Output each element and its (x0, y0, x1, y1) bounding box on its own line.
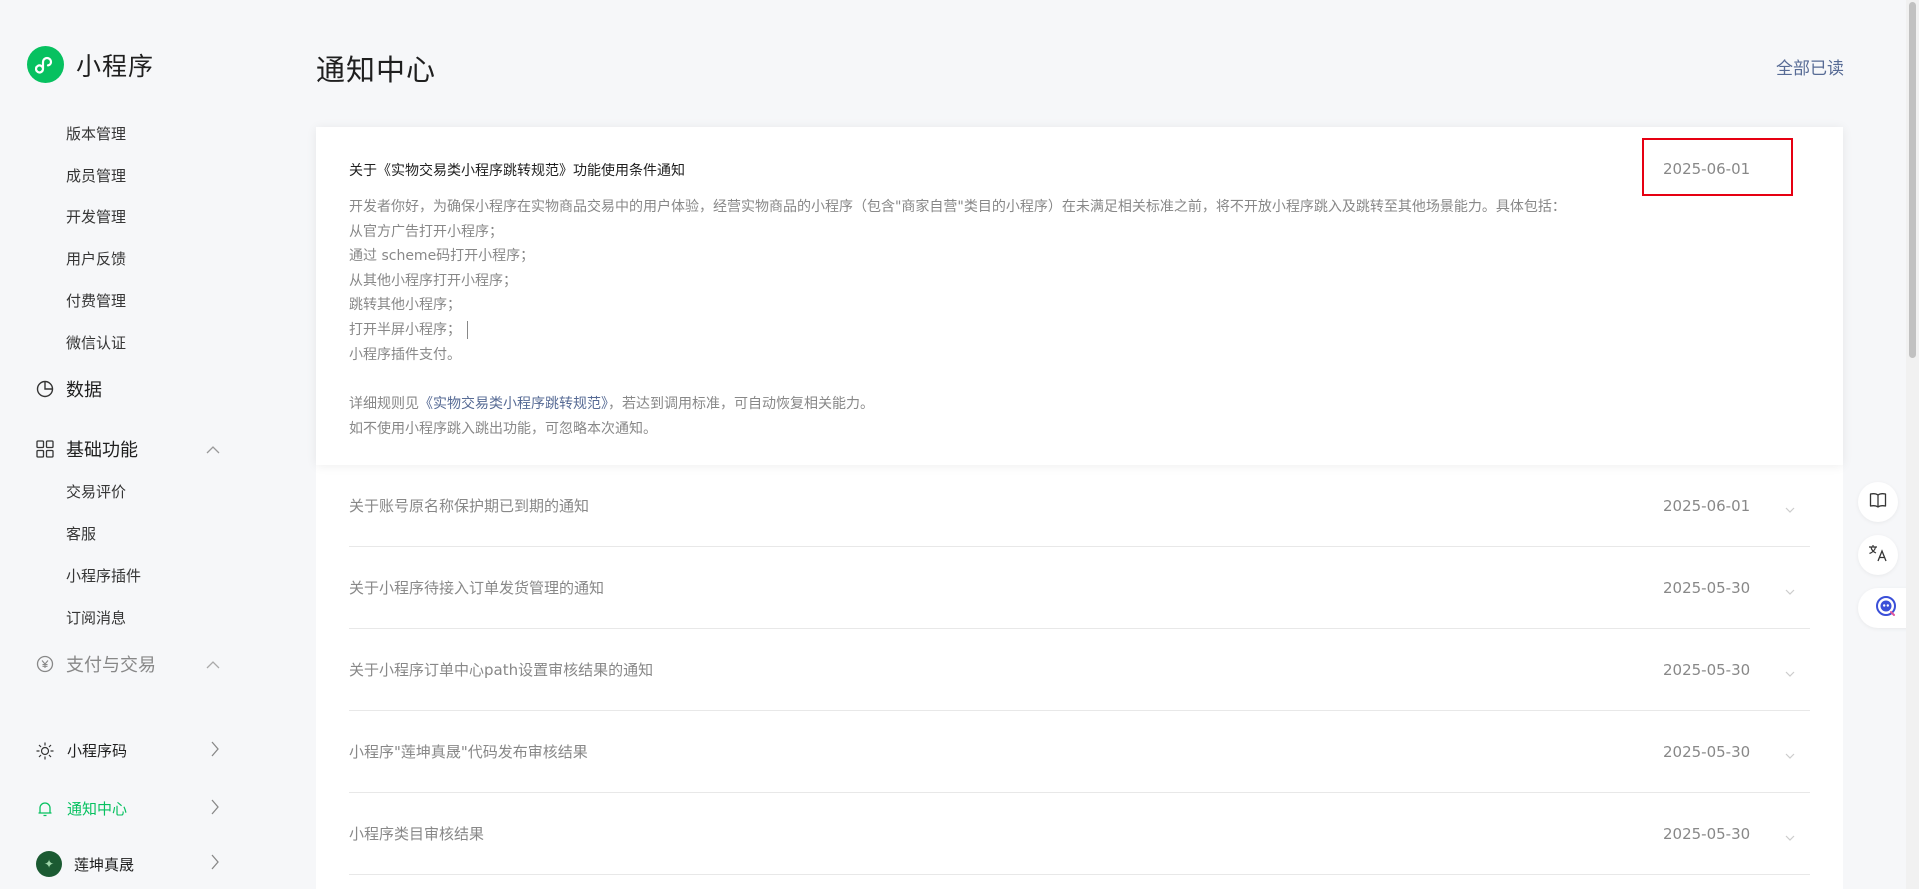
chevron-down-icon (1785, 744, 1795, 763)
notification-date: 2025-06-01 (1663, 160, 1751, 178)
assistant-bot-icon (1875, 595, 1897, 621)
yuan-coin-icon (36, 655, 54, 673)
notification-row-title: 小程序"莲坤真晟"代码发布审核结果 (349, 743, 588, 761)
detail-suffix: ，若达到调用标准，可自动恢复相关能力。 (608, 396, 874, 413)
sidebar-item-wechat-auth[interactable]: 微信认证 (66, 333, 126, 353)
detail-prefix: 详细规则见 (349, 396, 419, 413)
notification-item: 跳转其他小程序； (349, 297, 461, 314)
translate-button[interactable] (1858, 535, 1898, 575)
sidebar-item-label: 小程序码 (67, 742, 128, 760)
notification-title: 关于《实物交易类小程序跳转规范》功能使用条件通知 (349, 163, 685, 179)
sidebar: 小程序 版本管理 成员管理 开发管理 用户反馈 付费管理 微信认证 数据 基础功… (0, 0, 300, 889)
sidebar-item-notifications[interactable]: 通知中心 (36, 798, 220, 819)
sun-qrcode-icon (36, 742, 54, 760)
book-icon (1869, 492, 1887, 512)
notification-row-date: 2025-06-01 (1663, 497, 1751, 515)
sidebar-item-version[interactable]: 版本管理 (66, 124, 126, 144)
notification-row[interactable]: 小程序"莲坤真晟"代码发布审核结果 2025-05-30 (349, 711, 1810, 793)
chevron-right-icon (210, 854, 220, 874)
notification-row-date: 2025-05-30 (1663, 579, 1751, 597)
sidebar-group-label: 数据 (66, 380, 102, 401)
sidebar-item-subscribe-messages[interactable]: 订阅消息 (66, 608, 126, 628)
avatar: ✦ (36, 851, 62, 877)
app-name: 小程序 (76, 51, 155, 81)
notification-row-date: 2025-05-30 (1663, 825, 1751, 843)
chevron-down-icon (1785, 662, 1795, 681)
bell-icon (36, 800, 54, 818)
notification-row-date: 2025-05-30 (1663, 661, 1751, 679)
sidebar-item-reviews[interactable]: 交易评价 (66, 482, 126, 502)
notification-row[interactable]: 关于账号原名称保护期已到期的通知 2025-06-01 (349, 465, 1810, 547)
sidebar-item-members[interactable]: 成员管理 (66, 166, 126, 186)
notification-detail-line: 详细规则见《实物交易类小程序跳转规范》，若达到调用标准，可自动恢复相关能力。 (349, 392, 1779, 417)
notification-body: 开发者你好，为确保小程序在实物商品交易中的用户体验，经营实物商品的小程序（包含"… (349, 195, 1779, 441)
notification-row-title: 小程序类目审核结果 (349, 825, 485, 843)
notification-row[interactable]: 关于小程序待接入订单发货管理的通知 2025-05-30 (349, 547, 1810, 629)
grid-icon (36, 440, 54, 458)
sidebar-item-plugins[interactable]: 小程序插件 (66, 566, 141, 586)
notification-row-date: 2025-05-30 (1663, 743, 1751, 761)
notification-intro: 开发者你好，为确保小程序在实物商品交易中的用户体验，经营实物商品的小程序（包含"… (349, 199, 1566, 215)
sidebar-group-label: 基础功能 (66, 440, 138, 461)
sidebar-item-payment-management[interactable]: 付费管理 (66, 291, 126, 311)
notification-row-title: 关于小程序待接入订单发货管理的通知 (349, 579, 605, 597)
chevron-right-icon (210, 799, 220, 819)
app-logo[interactable]: 小程序 (27, 46, 154, 83)
chevron-right-icon (210, 741, 220, 761)
sidebar-item-account[interactable]: ✦ 莲坤真晟 (36, 851, 220, 877)
chevron-down-icon (1785, 498, 1795, 517)
sidebar-item-customer-service[interactable]: 客服 (66, 524, 96, 544)
notification-item: 通过 scheme码打开小程序； (349, 248, 535, 265)
sidebar-group-data[interactable]: 数据 (36, 376, 220, 402)
translate-icon (1868, 544, 1888, 566)
sidebar-item-feedback[interactable]: 用户反馈 (66, 249, 126, 269)
floating-toolbar (1858, 482, 1914, 641)
chevron-up-icon (206, 439, 220, 460)
notification-item: 从官方广告打开小程序； (349, 223, 503, 240)
account-name: 莲坤真晟 (74, 855, 135, 874)
notification-ignore-line: 如不使用小程序跳入跳出功能，可忽略本次通知。 (349, 420, 657, 437)
sidebar-item-development[interactable]: 开发管理 (66, 207, 126, 227)
notification-item: 打开半屏小程序； (349, 321, 461, 338)
notification-row-title: 关于账号原名称保护期已到期的通知 (349, 497, 590, 515)
chevron-down-icon (1785, 580, 1795, 599)
notification-row[interactable]: 小程序类目审核结果 2025-05-30 (349, 793, 1810, 875)
notification-list: 关于《实物交易类小程序跳转规范》功能使用条件通知 2025-06-01 开发者你… (316, 127, 1843, 889)
sidebar-group-payment[interactable]: 支付与交易 (36, 651, 220, 677)
page-title: 通知中心 (316, 53, 437, 87)
expanded-notification[interactable]: 关于《实物交易类小程序跳转规范》功能使用条件通知 2025-06-01 开发者你… (316, 127, 1843, 465)
sidebar-item-label: 通知中心 (67, 800, 128, 818)
page-scrollbar[interactable] (1906, 0, 1919, 889)
notification-row-title: 关于小程序订单中心path设置审核结果的通知 (349, 661, 654, 679)
sidebar-group-label: 支付与交易 (66, 655, 156, 676)
mark-all-read-link[interactable]: 全部已读 (1776, 54, 1844, 79)
docs-button[interactable] (1858, 482, 1898, 522)
text-caret (467, 320, 468, 339)
scrollbar-thumb[interactable] (1909, 2, 1916, 358)
mini-program-logo-icon (27, 46, 64, 83)
notification-row[interactable]: 关于小程序订单中心path设置审核结果的通知 2025-05-30 (349, 629, 1810, 711)
sidebar-group-basic[interactable]: 基础功能 (36, 436, 220, 462)
pie-chart-icon (36, 380, 54, 398)
rules-link[interactable]: 《实物交易类小程序跳转规范》 (419, 396, 608, 412)
notification-item: 小程序插件支付。 (349, 346, 461, 363)
sidebar-item-qrcode[interactable]: 小程序码 (36, 740, 220, 761)
chevron-down-icon (1785, 826, 1795, 845)
notification-item-with-caret: 打开半屏小程序； (349, 318, 1779, 343)
chevron-up-icon (206, 654, 220, 675)
notification-item: 从其他小程序打开小程序； (349, 272, 517, 289)
